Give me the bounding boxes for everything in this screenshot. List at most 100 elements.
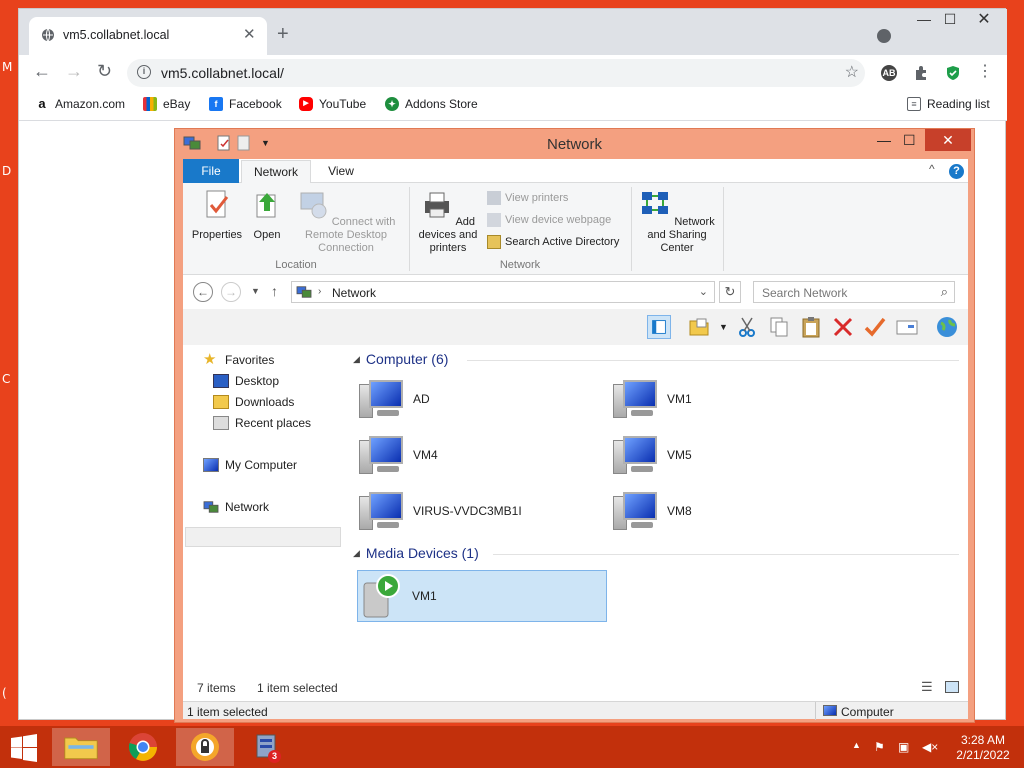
refresh-icon[interactable]: ↻ xyxy=(719,281,741,303)
group-header-computer[interactable]: ◢ Computer (6) xyxy=(353,351,448,367)
bookmark-star-icon[interactable]: ☆ xyxy=(845,62,859,82)
site-info-icon[interactable]: i xyxy=(137,65,151,79)
bookmark-facebook[interactable]: f Facebook xyxy=(209,97,282,111)
new-tab-icon[interactable]: + xyxy=(277,23,289,46)
list-item-computer[interactable]: VM4 xyxy=(359,431,609,479)
reading-list-button[interactable]: ≡ Reading list xyxy=(907,97,990,111)
list-item-computer[interactable]: VM8 xyxy=(613,487,863,535)
address-dropdown-icon[interactable]: ⌄ xyxy=(699,285,708,298)
show-hidden-icons[interactable]: ▲ xyxy=(852,740,861,750)
collapse-triangle-icon[interactable]: ◢ xyxy=(353,548,360,559)
group-header-media[interactable]: ◢ Media Devices (1) xyxy=(353,545,479,561)
bookmark-addons-store[interactable]: ✦ Addons Store xyxy=(385,97,478,111)
collapse-triangle-icon[interactable]: ◢ xyxy=(353,354,360,365)
nav-favorites[interactable]: ★ Favorites xyxy=(203,352,274,367)
close-window-icon[interactable]: ✕ xyxy=(969,9,999,29)
ribbon-divider xyxy=(631,187,632,271)
nav-my-computer[interactable]: My Computer xyxy=(203,458,297,472)
computer-zone-icon xyxy=(823,705,837,716)
reading-list-icon: ≡ xyxy=(907,97,921,111)
network-group-label: Network xyxy=(499,259,541,271)
apply-check-icon[interactable] xyxy=(863,315,887,339)
back-icon[interactable]: ← xyxy=(33,61,51,82)
search-input[interactable]: Search Network ⌕ xyxy=(753,281,955,303)
nav-recent-places[interactable]: Recent places xyxy=(213,416,311,430)
forward-icon[interactable]: → xyxy=(221,282,241,302)
folder-options-dropdown-icon[interactable]: ▼ xyxy=(719,322,728,332)
explorer-titlebar[interactable]: ▼ Network — ☐ ✕ xyxy=(175,129,974,159)
extensions-puzzle-icon[interactable] xyxy=(913,65,929,81)
network-tray-icon[interactable]: ▣ xyxy=(898,740,909,754)
network-location-icon xyxy=(296,286,312,298)
list-item-computer[interactable]: VM1 xyxy=(613,375,863,423)
network-sharing-icon xyxy=(642,192,669,214)
nav-network[interactable]: Network xyxy=(203,500,269,514)
view-printers-button[interactable]: View printers xyxy=(487,191,568,205)
taskbar-chrome[interactable] xyxy=(114,728,172,766)
connect-remote-desktop-button[interactable]: Connect with Remote Desktop Connection xyxy=(289,189,403,255)
breadcrumb-chevron-icon[interactable]: › xyxy=(318,286,321,297)
tab-search-icon[interactable] xyxy=(877,29,891,43)
nav-downloads[interactable]: Downloads xyxy=(213,395,294,409)
adblock-extension-icon[interactable]: AB xyxy=(881,65,897,81)
email-icon[interactable] xyxy=(895,315,919,339)
close-tab-icon[interactable]: ✕ xyxy=(243,25,256,43)
tab-title: vm5.collabnet.local xyxy=(63,28,170,42)
preview-pane-icon[interactable] xyxy=(647,315,671,339)
up-icon[interactable]: ↑ xyxy=(271,283,278,299)
computer-icon xyxy=(359,434,405,476)
volume-muted-icon[interactable]: ◀× xyxy=(922,740,938,754)
help-icon[interactable]: ? xyxy=(949,164,964,179)
globe-icon[interactable] xyxy=(935,315,959,339)
list-item-computer[interactable]: VIRUS-VVDC3MB1I xyxy=(359,487,609,535)
collapse-ribbon-icon[interactable]: ^ xyxy=(929,162,935,176)
more-menu-icon[interactable]: ⋮ xyxy=(977,61,993,81)
search-active-directory-button[interactable]: Search Active Directory xyxy=(487,235,619,249)
content-pane: ◢ Computer (6) AD VM1 VM4 VM5 VIRUS-VVDC… xyxy=(345,345,965,675)
list-item-media-device[interactable]: VM1 xyxy=(357,570,607,622)
list-item-computer[interactable]: AD xyxy=(359,375,609,423)
bookmark-ebay[interactable]: eBay xyxy=(143,97,190,111)
details-view-icon[interactable]: ☰ xyxy=(921,679,933,695)
nav-desktop[interactable]: Desktop xyxy=(213,374,279,388)
address-bar[interactable]: i vm5.collabnet.local/ ☆ xyxy=(127,59,865,87)
back-icon[interactable]: ← xyxy=(193,282,213,302)
clock[interactable]: 3:28 AM 2/21/2022 xyxy=(946,733,1020,763)
maximize-icon[interactable]: ☐ xyxy=(935,11,965,28)
taskbar-secure-browser[interactable] xyxy=(176,728,234,766)
recent-locations-icon[interactable]: ▼ xyxy=(251,286,260,296)
tab-file[interactable]: File xyxy=(183,159,239,183)
properties-button[interactable]: Properties xyxy=(187,189,247,242)
action-center-flag-icon[interactable]: ⚑ xyxy=(874,740,885,754)
tab-network[interactable]: Network xyxy=(241,160,311,184)
maximize-icon[interactable]: ☐ xyxy=(903,132,916,149)
computer-icon xyxy=(359,378,405,420)
folder-options-icon[interactable] xyxy=(687,315,711,339)
bookmark-youtube[interactable]: ▶ YouTube xyxy=(299,97,366,111)
list-item-computer[interactable]: VM5 xyxy=(613,431,863,479)
browser-toolbar: ← → ↻ i vm5.collabnet.local/ ☆ AB ⋮ xyxy=(19,55,1007,89)
reload-icon[interactable]: ↻ xyxy=(97,61,112,82)
add-devices-button[interactable]: Add devices and printers xyxy=(413,189,483,255)
minimize-icon[interactable]: — xyxy=(877,132,891,148)
youtube-icon: ▶ xyxy=(299,97,313,111)
large-icons-view-icon[interactable] xyxy=(945,681,959,693)
bookmark-amazon[interactable]: a Amazon.com xyxy=(35,97,125,111)
network-sharing-center-button[interactable]: Network and Sharing Center xyxy=(635,189,719,255)
shield-extension-icon[interactable] xyxy=(945,64,961,82)
open-button[interactable]: Open xyxy=(249,189,285,242)
browser-tab[interactable]: vm5.collabnet.local ✕ xyxy=(29,17,267,55)
cut-icon[interactable] xyxy=(735,315,759,339)
close-window-icon[interactable]: ✕ xyxy=(925,129,971,151)
command-bar: ▼ xyxy=(183,309,968,345)
view-device-webpage-button[interactable]: View device webpage xyxy=(487,213,611,227)
taskbar-network-app[interactable]: 3 xyxy=(238,728,296,766)
paste-icon[interactable] xyxy=(799,315,823,339)
taskbar-file-explorer[interactable] xyxy=(52,728,110,766)
start-windows-icon[interactable] xyxy=(10,734,38,762)
copy-icon[interactable] xyxy=(767,315,791,339)
address-field[interactable]: › Network ⌄ xyxy=(291,281,715,303)
delete-icon[interactable] xyxy=(831,315,855,339)
forward-icon[interactable]: → xyxy=(65,61,83,82)
tab-view[interactable]: View xyxy=(321,159,361,183)
